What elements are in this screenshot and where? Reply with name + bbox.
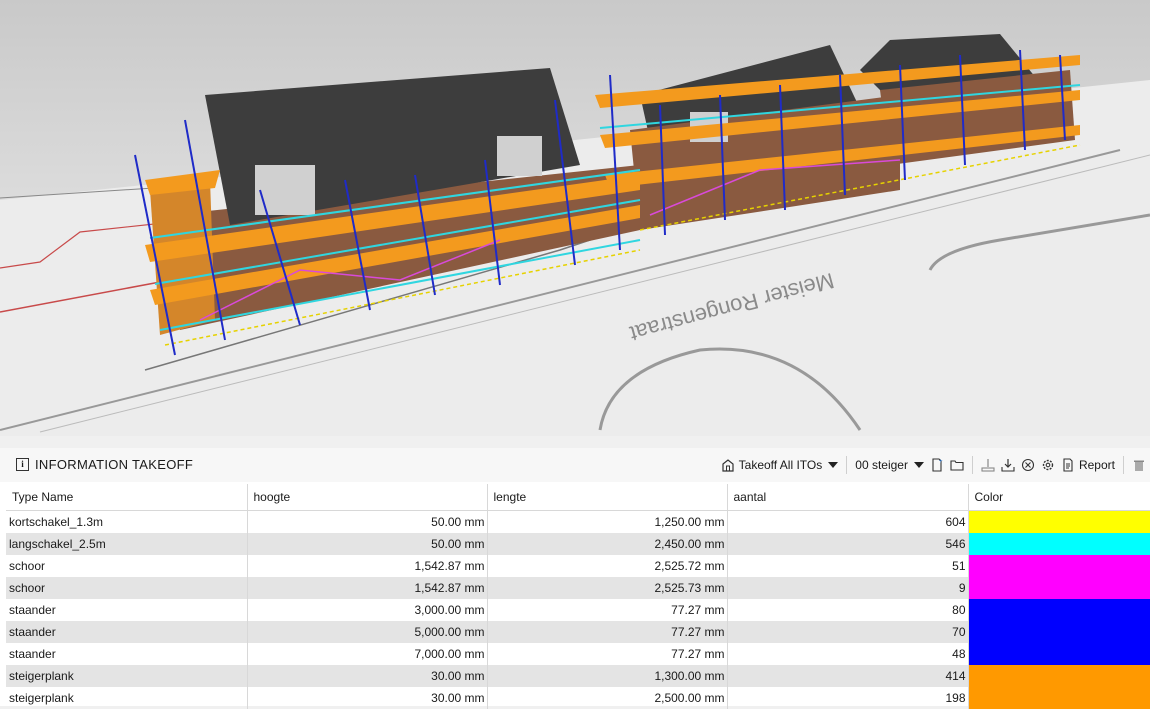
table-row[interactable]: langschakel_2.5m50.00 mm2,450.00 mm546 (6, 533, 1150, 555)
color-swatch (969, 577, 1150, 599)
cell-type-name: staander (6, 621, 247, 643)
column-header-color[interactable]: Color (968, 484, 1150, 511)
panel-title: i INFORMATION TAKEOFF (16, 457, 193, 472)
trash-icon (1132, 458, 1146, 472)
toolbar-divider (1123, 456, 1124, 474)
takeoff-all-itos-dropdown[interactable]: Takeoff All ITOs (721, 454, 839, 476)
color-swatch (969, 533, 1150, 555)
cell-aantal: 604 (727, 511, 968, 534)
steiger-label: 00 steiger (855, 458, 908, 472)
report-label: Report (1079, 458, 1115, 472)
delete-button[interactable] (1132, 454, 1146, 476)
cell-lengte: 1,300.00 mm (487, 665, 727, 687)
color-swatch (969, 643, 1150, 665)
chevron-down-icon (914, 462, 924, 468)
gear-icon (1041, 458, 1055, 472)
cell-lengte: 2,525.72 mm (487, 555, 727, 577)
cell-type-name: langschakel_2.5m (6, 533, 247, 555)
cell-color (968, 533, 1150, 555)
takeoff-toolbar: Takeoff All ITOs 00 steiger + (721, 454, 1146, 476)
table-row[interactable]: staander5,000.00 mm77.27 mm70 (6, 621, 1150, 643)
cell-type-name: schoor (6, 555, 247, 577)
report-icon (1061, 458, 1075, 472)
table-row[interactable]: steigerplank30.00 mm1,300.00 mm414 (6, 665, 1150, 687)
cell-color (968, 577, 1150, 599)
cell-aantal: 9 (727, 577, 968, 599)
chevron-down-icon (828, 462, 838, 468)
cell-aantal: 51 (727, 555, 968, 577)
import-button[interactable] (981, 454, 995, 476)
cell-color (968, 665, 1150, 687)
cell-aantal: 48 (727, 643, 968, 665)
cell-hoogte: 1,542.87 mm (247, 555, 487, 577)
cell-type-name: steigerplank (6, 665, 247, 687)
cell-lengte: 77.27 mm (487, 599, 727, 621)
cell-type-name: kortschakel_1.3m (6, 511, 247, 534)
3d-viewport[interactable]: Meister Rongenstraat (0, 0, 1150, 436)
new-document-button[interactable]: + (930, 454, 944, 476)
cell-lengte: 77.27 mm (487, 643, 727, 665)
takeoff-all-itos-label: Takeoff All ITOs (739, 458, 823, 472)
clear-button[interactable] (1021, 454, 1035, 476)
cell-aantal: 70 (727, 621, 968, 643)
column-header-aantal[interactable]: aantal (727, 484, 968, 511)
table-row[interactable]: staander7,000.00 mm77.27 mm48 (6, 643, 1150, 665)
toolbar-divider (972, 456, 973, 474)
settings-button[interactable] (1041, 454, 1055, 476)
column-header-hoogte[interactable]: hoogte (247, 484, 487, 511)
open-folder-icon (950, 458, 964, 472)
takeoff-table: Type Name hoogte lengte aantal Color kor… (6, 484, 1150, 709)
panel-title-text: INFORMATION TAKEOFF (35, 457, 193, 472)
information-takeoff-panel: i INFORMATION TAKEOFF Takeoff All ITOs 0… (0, 448, 1150, 706)
import-icon (981, 458, 995, 472)
cell-lengte: 77.27 mm (487, 621, 727, 643)
cell-color (968, 643, 1150, 665)
cell-hoogte: 1,542.87 mm (247, 577, 487, 599)
report-button[interactable]: Report (1061, 454, 1115, 476)
download-button[interactable] (1001, 454, 1015, 476)
table-row[interactable]: schoor1,542.87 mm2,525.72 mm51 (6, 555, 1150, 577)
cell-lengte: 1,250.00 mm (487, 511, 727, 534)
table-header-row: Type Name hoogte lengte aantal Color (6, 484, 1150, 511)
cell-aantal: 546 (727, 533, 968, 555)
cell-color (968, 555, 1150, 577)
info-icon: i (16, 458, 29, 471)
cell-lengte: 2,450.00 mm (487, 533, 727, 555)
cell-hoogte: 7,000.00 mm (247, 643, 487, 665)
steiger-dropdown[interactable]: 00 steiger (855, 454, 924, 476)
new-document-icon: + (930, 458, 944, 472)
color-swatch (969, 665, 1150, 687)
table-row[interactable]: kortschakel_1.3m50.00 mm1,250.00 mm604 (6, 511, 1150, 534)
cell-type-name: schoor (6, 577, 247, 599)
table-row[interactable]: staander3,000.00 mm77.27 mm80 (6, 599, 1150, 621)
cell-color (968, 621, 1150, 643)
column-header-type-name[interactable]: Type Name (6, 484, 247, 511)
panel-header: i INFORMATION TAKEOFF Takeoff All ITOs 0… (0, 448, 1150, 482)
color-swatch (969, 511, 1150, 533)
cell-type-name: staander (6, 643, 247, 665)
cell-aantal: 80 (727, 599, 968, 621)
color-swatch (969, 599, 1150, 621)
cell-type-name: staander (6, 599, 247, 621)
toolbar-divider (846, 456, 847, 474)
column-header-lengte[interactable]: lengte (487, 484, 727, 511)
svg-text:+: + (939, 459, 943, 465)
open-folder-button[interactable] (950, 454, 964, 476)
color-swatch (969, 555, 1150, 577)
table-row[interactable]: schoor1,542.87 mm2,525.73 mm9 (6, 577, 1150, 599)
color-swatch (969, 621, 1150, 643)
cell-hoogte: 50.00 mm (247, 511, 487, 534)
building-icon (721, 458, 735, 472)
cell-lengte: 2,525.73 mm (487, 577, 727, 599)
cell-hoogte: 5,000.00 mm (247, 621, 487, 643)
cell-hoogte: 50.00 mm (247, 533, 487, 555)
cell-aantal: 414 (727, 665, 968, 687)
cell-color (968, 599, 1150, 621)
cell-color (968, 511, 1150, 534)
download-icon (1001, 458, 1015, 472)
cell-hoogte: 30.00 mm (247, 665, 487, 687)
clear-circle-icon (1021, 458, 1035, 472)
cell-hoogte: 3,000.00 mm (247, 599, 487, 621)
